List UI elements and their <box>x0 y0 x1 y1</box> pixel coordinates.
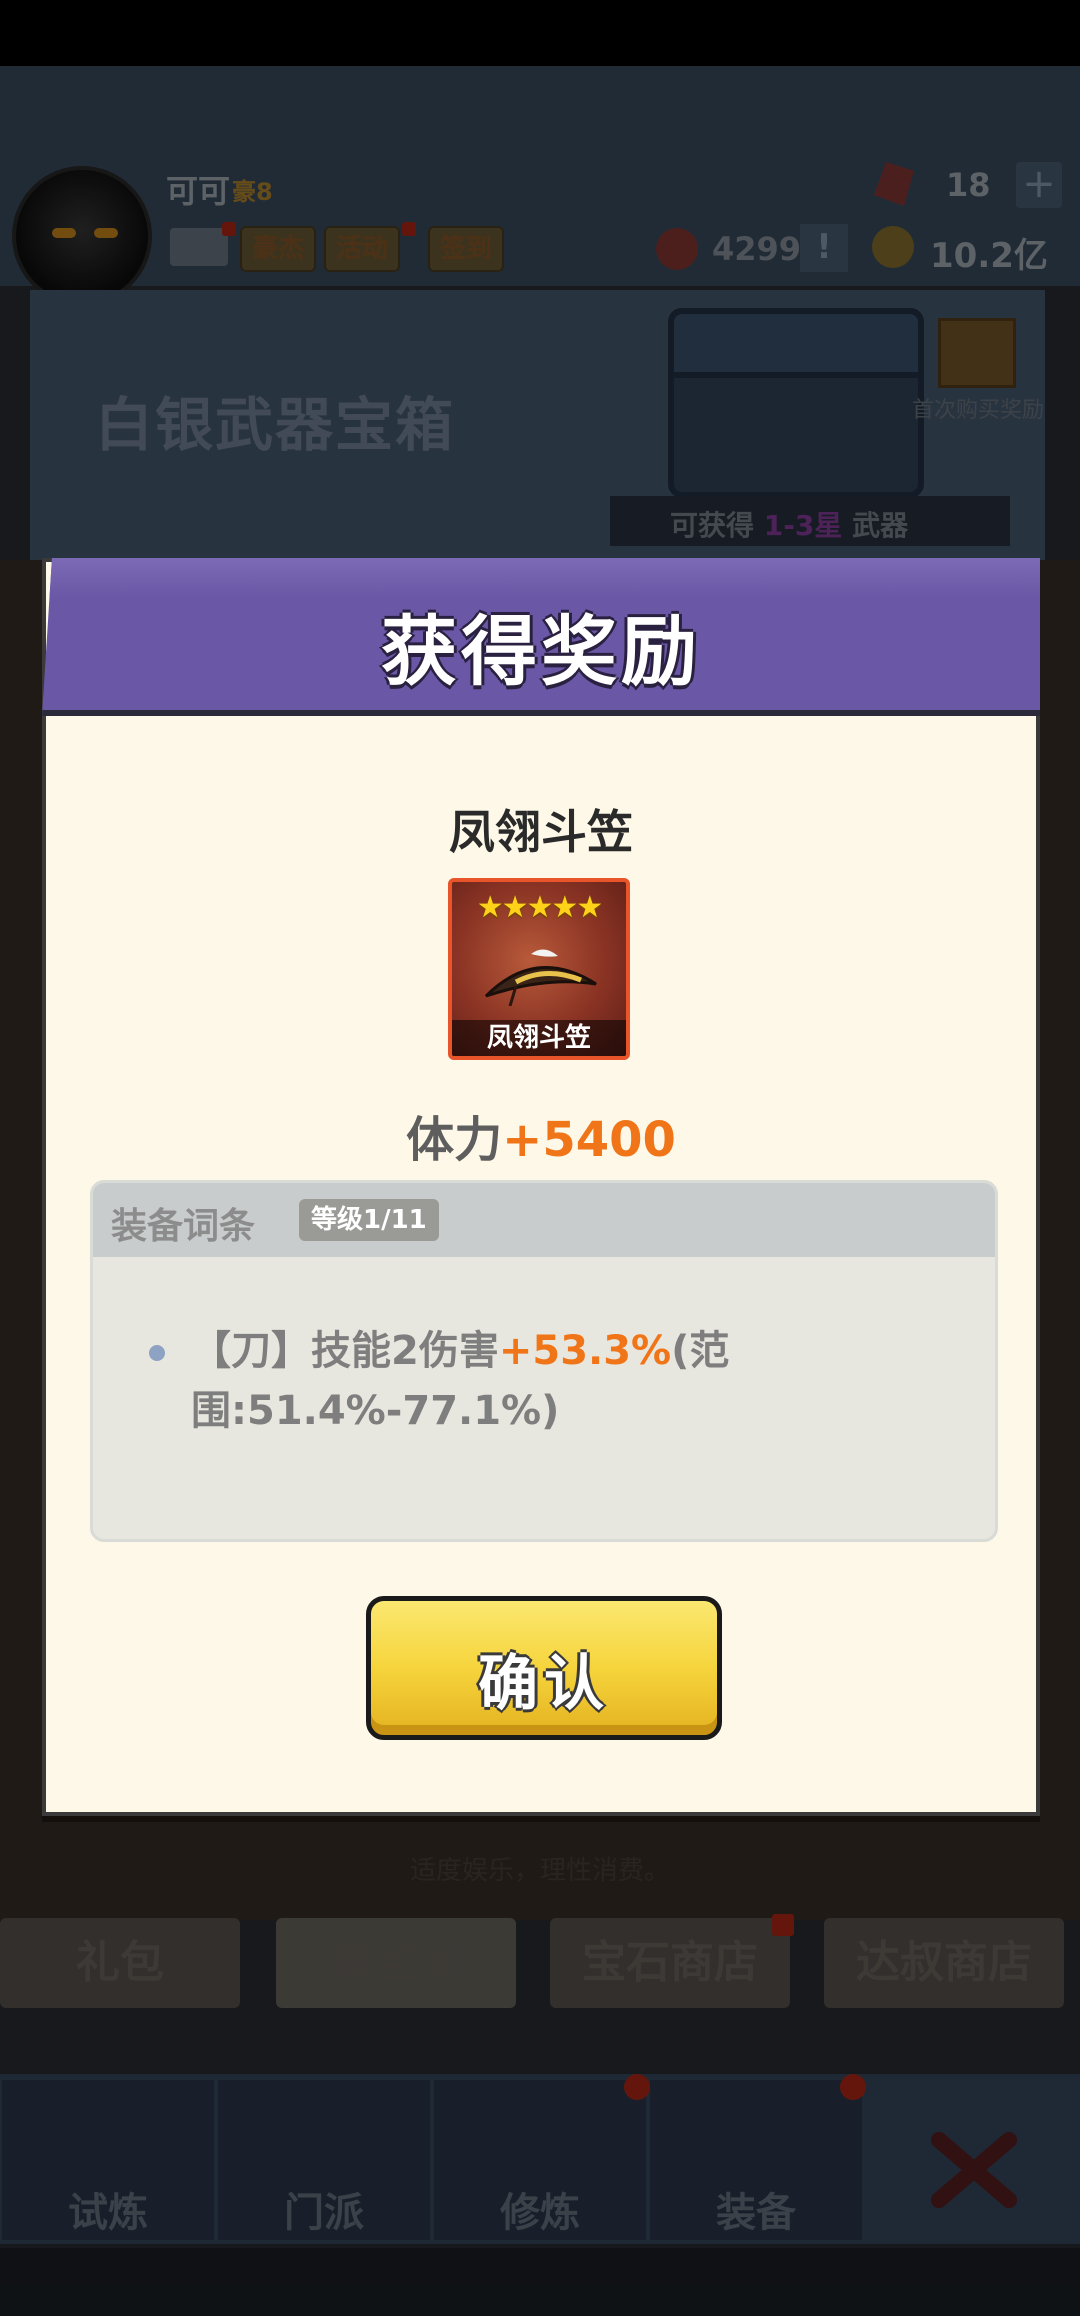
bullet-icon <box>149 1345 165 1361</box>
star-rating: ★★★★★ <box>476 890 603 925</box>
confirm-button[interactable]: 确认 <box>366 1596 722 1740</box>
bamboo-hat-icon <box>476 946 606 1007</box>
item-card[interactable]: ★★★★★ 凤翎斗笠 <box>448 878 630 1060</box>
stat-value: +5400 <box>502 1112 676 1168</box>
item-name: 凤翎斗笠 <box>449 805 633 859</box>
dialog-title: 获得奖励 <box>381 607 701 696</box>
confirm-label: 确认 <box>478 1649 610 1719</box>
level-badge: 等级1/11 <box>299 1199 439 1241</box>
stat-line: 体力+5400 <box>42 1100 1040 1170</box>
stat-label: 体力 <box>406 1112 503 1168</box>
affix-panel: 装备词条 等级1/11 【刀】技能2伤害+53.3%(范围:51.4%-77.1… <box>90 1180 998 1542</box>
affix-title: 装备词条 <box>111 1206 256 1247</box>
affix-text: 【刀】技能2伤害+53.3%(范围:51.4%-77.1%) <box>191 1328 730 1434</box>
item-card-label: 凤翎斗笠 <box>452 1020 626 1056</box>
